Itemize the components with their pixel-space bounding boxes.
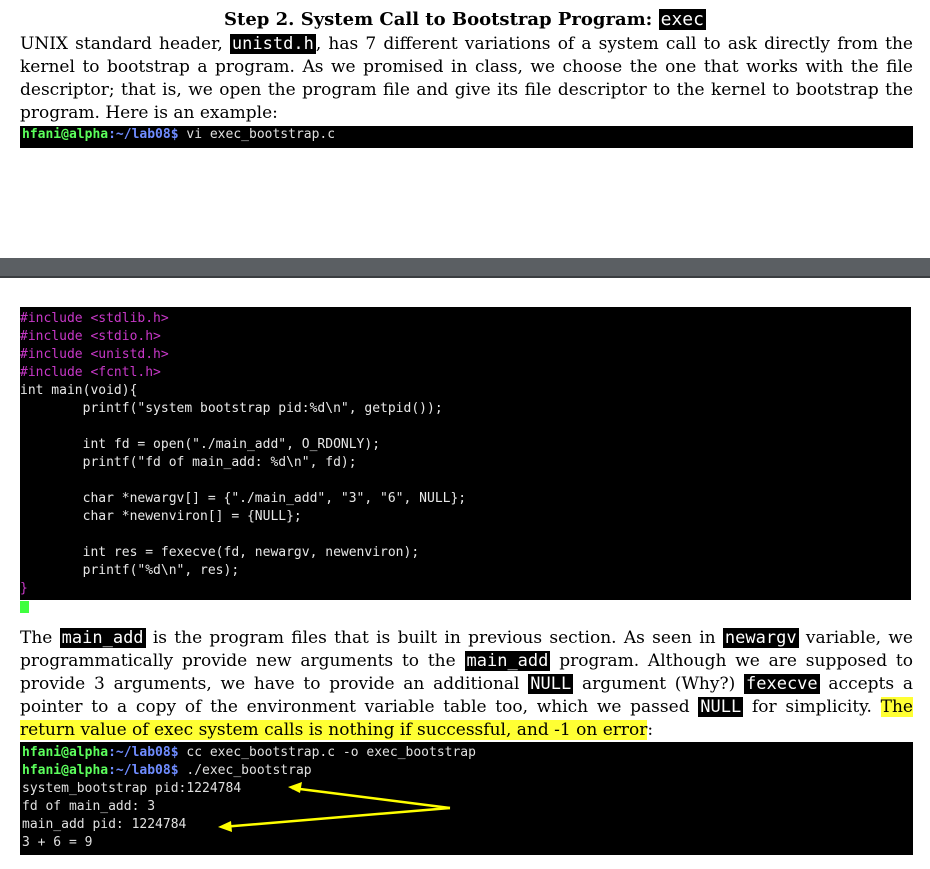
code-line: printf("system bootstrap pid:%d\n", getp… <box>20 401 443 416</box>
terminal-line: hfani@alpha:~/lab08$ ./exec_bootstrap <box>22 763 312 778</box>
terminal-output-line: main_add pid: 1224784 <box>22 817 187 832</box>
heading-code-exec: exec <box>658 9 706 30</box>
window-separator <box>0 258 930 276</box>
code-line: int res = fexecve(fd, newargv, newenviro… <box>20 545 420 560</box>
code-line: int main(void){ <box>20 383 138 398</box>
intro-text-1: UNIX standard header, <box>20 34 230 54</box>
heading-text: Step 2. System Call to Bootstrap Program… <box>224 9 659 30</box>
code-line: int fd = open("./main_add", O_RDONLY); <box>20 437 381 452</box>
code-line: printf("%d\n", res); <box>20 563 240 578</box>
editor-cursor[interactable] <box>20 600 29 613</box>
editor-cursor-line <box>20 598 911 616</box>
code-main-add-2: main_add <box>464 651 551 671</box>
terminal-line: hfani@alpha:~/lab08$ cc exec_bootstrap.c… <box>22 745 476 760</box>
code-main-add: main_add <box>59 628 146 648</box>
code-line: printf("fd of main_add: %d\n", fd); <box>20 455 357 470</box>
code-null-2: NULL <box>698 697 744 717</box>
code-line: } <box>20 581 28 596</box>
window-separator-shadow <box>0 276 930 278</box>
prompt-user: hfani@alpha <box>22 127 109 142</box>
explanation-paragraph: The main_add is the program files that i… <box>20 628 914 740</box>
code-line: char *newenviron[] = {NULL}; <box>20 509 302 524</box>
code-null: NULL <box>528 674 574 694</box>
code-line: #include <fcntl.h> <box>20 365 161 380</box>
code-fexecve: fexecve <box>744 674 820 694</box>
code-line: #include <stdio.h> <box>20 329 161 344</box>
code-line: #include <unistd.h> <box>20 347 169 362</box>
prompt-path: :~/lab08$ <box>108 127 179 142</box>
terminal-command: vi exec_bootstrap.c <box>178 127 336 142</box>
code-editor-window: #include <stdlib.h> #include <stdio.h> #… <box>20 307 911 613</box>
document-page: Step 2. System Call to Bootstrap Program… <box>0 0 930 869</box>
section-heading: Step 2. System Call to Bootstrap Program… <box>0 8 930 32</box>
terminal-output-line: fd of main_add: 3 <box>22 799 156 814</box>
code-newargv: newargv <box>722 628 799 648</box>
intro-code-unistd: unistd.h <box>229 34 316 54</box>
intro-paragraph: UNIX standard header, unistd.h, has 7 di… <box>20 33 913 125</box>
terminal-output-line: system_bootstrap pid:1224784 <box>22 781 242 796</box>
terminal-vi-command: hfani@alpha:~/lab08$ vi exec_bootstrap.c <box>20 126 913 148</box>
code-line: char *newargv[] = {"./main_add", "3", "6… <box>20 491 467 506</box>
terminal-output-line: 3 + 6 = 9 <box>22 835 93 850</box>
terminal-run-output: hfani@alpha:~/lab08$ cc exec_bootstrap.c… <box>20 742 913 855</box>
code-line: #include <stdlib.h> <box>20 311 169 326</box>
